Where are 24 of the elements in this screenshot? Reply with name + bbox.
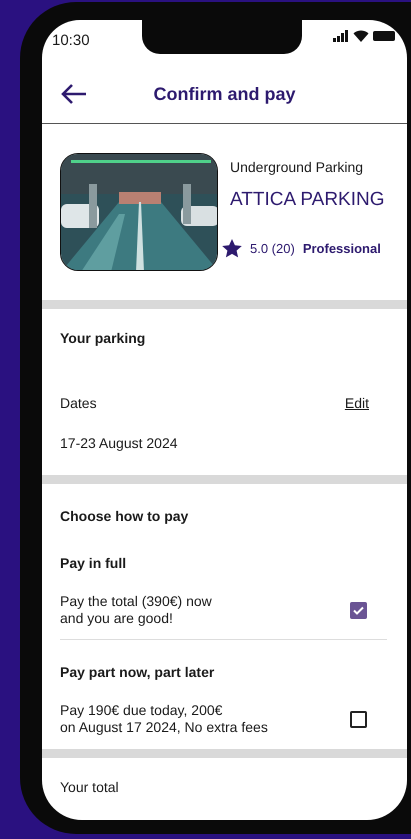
signal-icon	[333, 30, 349, 42]
total-label: Your total	[60, 778, 120, 797]
option-title: Pay part now, part later	[60, 663, 216, 682]
page-title: Confirm and pay	[153, 84, 296, 104]
checkbox[interactable]	[350, 710, 367, 728]
edit-link[interactable]: Edit	[344, 393, 369, 414]
section-heading: Choose how to pay	[60, 507, 190, 526]
option-description: Pay the total (390€) now and you are good!	[60, 593, 212, 627]
section-heading: Your parking	[60, 329, 146, 348]
dates-value: 17-23 August 2024	[60, 434, 179, 453]
host-type-label: Professional	[302, 240, 381, 258]
checkbox[interactable]	[350, 602, 367, 618]
dates-label: Dates	[60, 394, 97, 413]
parking-name: ATTICA PARKING	[230, 188, 384, 212]
wifi-icon	[353, 30, 369, 42]
star-icon	[222, 238, 242, 258]
status-time: 10:30	[52, 31, 90, 51]
option-description: Pay 190€ due today, 200€ on August 17 2024, No extra fees	[60, 702, 268, 736]
back-arrow-icon[interactable]	[60, 83, 88, 105]
option-title: Pay in full	[60, 554, 128, 573]
parking-category: Underground Parking	[230, 158, 364, 177]
battery-icon	[373, 31, 395, 41]
check-icon	[353, 606, 364, 614]
rating-text: 5.0 (20)	[250, 240, 295, 258]
